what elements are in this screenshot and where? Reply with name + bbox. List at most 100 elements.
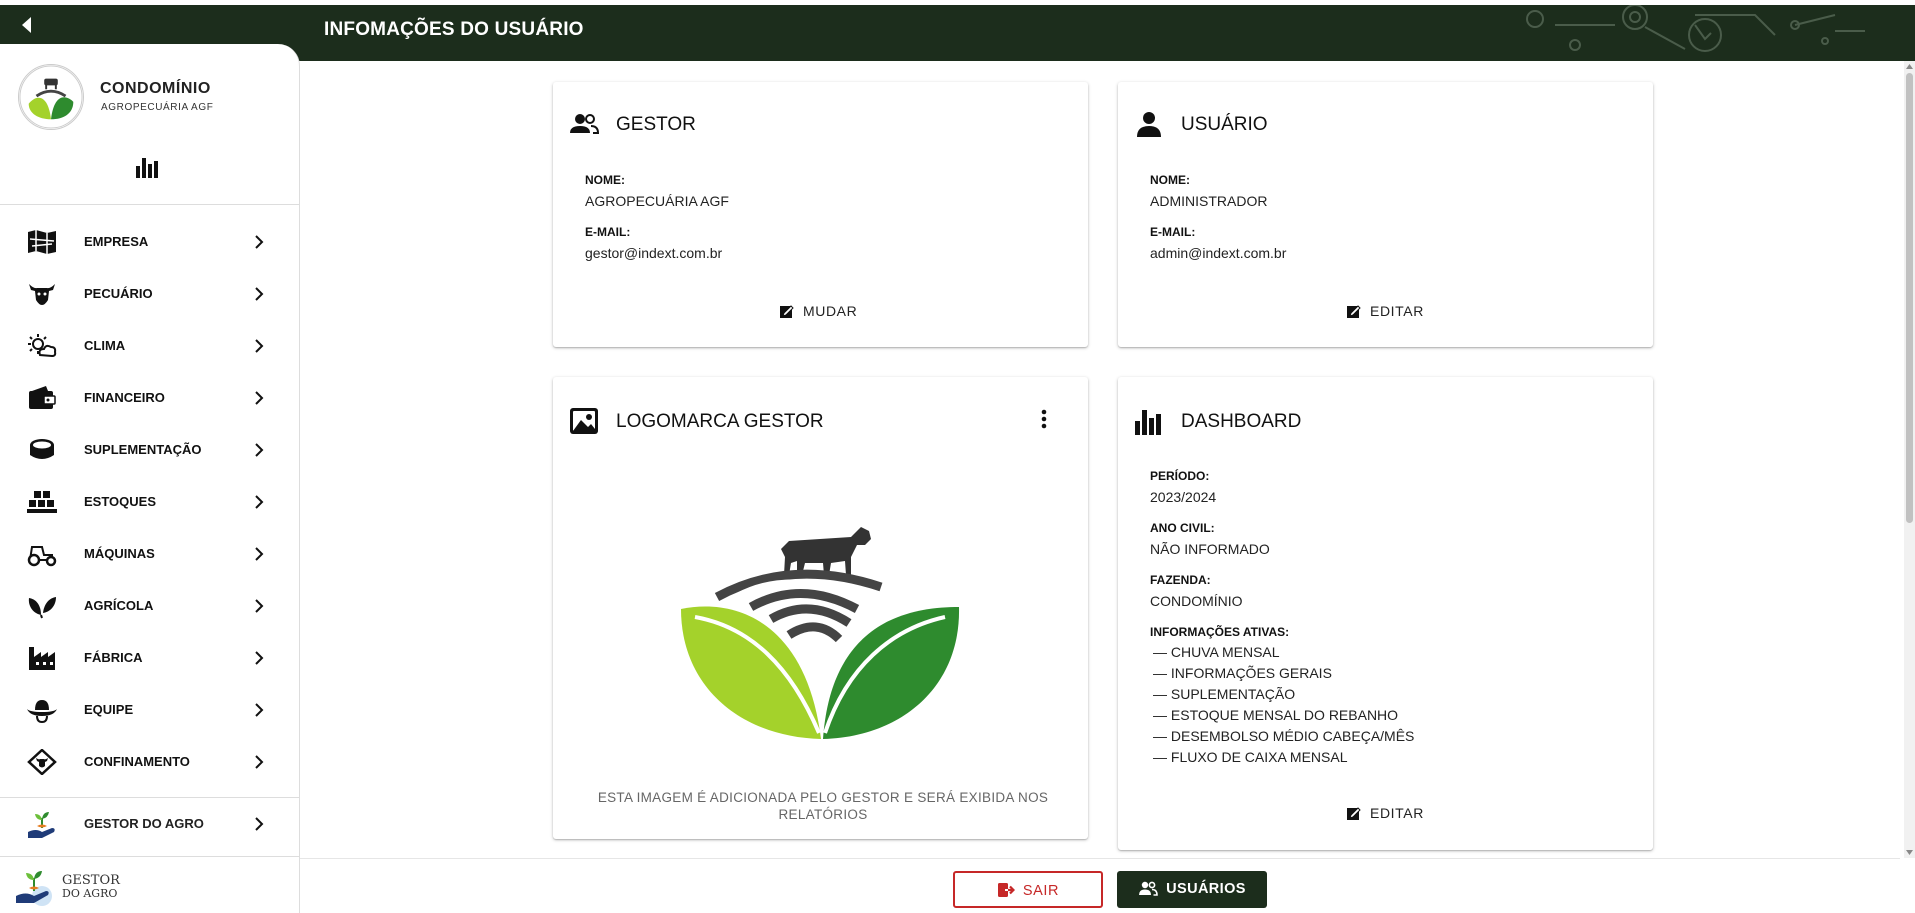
usuario-email: admin@indext.com.br xyxy=(1150,245,1287,261)
cow-icon xyxy=(29,284,55,305)
chevron-right-icon xyxy=(255,339,264,353)
chevron-right-icon xyxy=(255,599,264,613)
editar-dashboard-button[interactable]: EDITAR xyxy=(1347,805,1424,821)
card-title: LOGOMARCA GESTOR xyxy=(616,411,824,432)
logout-icon xyxy=(997,883,1015,897)
sidebar-item-estoques[interactable]: ESTOQUES xyxy=(0,476,300,528)
info-ativas-label: INFORMAÇÕES ATIVAS: xyxy=(1150,625,1290,639)
card-title: USUÁRIO xyxy=(1181,114,1268,135)
sidebar-item-financeiro[interactable]: FINANCEIRO xyxy=(0,372,300,424)
scroll-down-icon[interactable] xyxy=(1905,848,1914,856)
bar-chart-icon[interactable] xyxy=(134,154,160,180)
chevron-right-icon xyxy=(255,703,264,717)
factory-icon xyxy=(29,647,55,670)
chevron-right-icon xyxy=(255,651,264,665)
sidebar-item-label: FÁBRICA xyxy=(84,650,143,665)
info-item: — SUPLEMENTAÇÃO xyxy=(1153,686,1296,702)
feed-bag-icon xyxy=(30,439,54,459)
sidebar-item-label: CONFINAMENTO xyxy=(84,754,190,769)
sidebar-item-label: MÁQUINAS xyxy=(84,546,155,561)
email-label: E-MAIL: xyxy=(1150,225,1196,239)
sidebar-item-pecuario[interactable]: PECUÁRIO xyxy=(0,268,300,320)
back-arrow-icon[interactable] xyxy=(16,14,38,36)
name-label: NOME: xyxy=(1150,173,1190,187)
agro-decoration-icon xyxy=(1526,5,1865,52)
brand-name: CONDOMÍNIO xyxy=(100,80,211,97)
edit-icon xyxy=(780,305,794,318)
sidebar-item-equipe[interactable]: EQUIPE xyxy=(0,684,300,736)
sidebar-item-maquinas[interactable]: MÁQUINAS xyxy=(0,528,300,580)
sidebar-item-label: FINANCEIRO xyxy=(84,390,165,405)
email-label: E-MAIL: xyxy=(585,225,631,239)
users-icon xyxy=(570,114,599,134)
bottom-action-bar: SAIR USUÁRIOS xyxy=(300,858,1900,913)
gestor-logo-image xyxy=(681,527,960,739)
gestor-do-agro-logo: GESTOR DO AGRO xyxy=(14,864,124,908)
info-item: — CHUVA MENSAL xyxy=(1153,644,1280,660)
image-icon xyxy=(570,408,598,434)
sidebar-divider xyxy=(0,204,300,205)
mudar-button[interactable]: MUDAR xyxy=(780,303,857,319)
brand-logo xyxy=(18,64,84,130)
usuario-name: ADMINISTRADOR xyxy=(1150,193,1268,209)
gestor-card: GESTOR NOME: AGROPECUÁRIA AGF E-MAIL: ge… xyxy=(553,82,1088,347)
sidebar-item-fabrica[interactable]: FÁBRICA xyxy=(0,632,300,684)
card-title: DASHBOARD xyxy=(1181,411,1302,432)
card-title: GESTOR xyxy=(616,114,696,135)
info-item: — FLUXO DE CAIXA MENSAL xyxy=(1153,749,1348,765)
warehouse-icon xyxy=(27,491,57,513)
page-title: INFOMAÇÕES DO USUÁRIO xyxy=(324,19,584,40)
more-vert-icon[interactable] xyxy=(1032,407,1056,431)
logomarca-card: LOGOMARCA GESTOR ESTA IMAGEM É ADICIONAD… xyxy=(553,377,1088,839)
info-item: — ESTOQUE MENSAL DO REBANHO xyxy=(1153,707,1399,723)
scrollbar[interactable] xyxy=(1904,61,1915,858)
dashboard-card: DASHBOARD PERÍODO: 2023/2024 ANO CIVIL: … xyxy=(1118,377,1653,850)
gestor-email: gestor@indext.com.br xyxy=(585,245,723,261)
sidebar-item-gestor-do-agro[interactable]: GESTOR DO AGRO xyxy=(0,798,300,850)
hand-plant-icon xyxy=(28,812,55,838)
sidebar-item-suplementacao[interactable]: SUPLEMENTAÇÃO xyxy=(0,424,300,476)
info-item: — INFORMAÇÕES GERAIS xyxy=(1153,665,1332,681)
edit-icon xyxy=(1347,305,1361,318)
chevron-right-icon xyxy=(255,817,264,831)
usuarios-button[interactable]: USUÁRIOS xyxy=(1117,871,1267,908)
leaves-icon xyxy=(28,597,56,619)
name-label: NOME: xyxy=(585,173,625,187)
sidebar-item-label: EMPRESA xyxy=(84,234,149,249)
logo-caption: ESTA IMAGEM É ADICIONADA PELO GESTOR E S… xyxy=(597,790,1049,822)
sidebar: CONDOMÍNIO AGROPECUÁRIA AGF EMPRESA PECU… xyxy=(0,44,300,913)
sidebar-item-clima[interactable]: CLIMA xyxy=(0,320,300,372)
sidebar-item-label: AGRÍCOLA xyxy=(84,598,154,613)
sidebar-item-label: PECUÁRIO xyxy=(84,286,153,301)
main-content: GESTOR NOME: AGROPECUÁRIA AGF E-MAIL: ge… xyxy=(300,61,1900,858)
sidebar-item-label: SUPLEMENTAÇÃO xyxy=(84,442,202,457)
sidebar-item-agricola[interactable]: AGRÍCOLA xyxy=(0,580,300,632)
chevron-right-icon xyxy=(255,443,264,457)
sidebar-divider xyxy=(0,856,300,857)
confinement-icon xyxy=(27,749,57,775)
edit-icon xyxy=(1347,807,1361,820)
chevron-right-icon xyxy=(255,755,264,769)
brand: CONDOMÍNIO AGROPECUÁRIA AGF xyxy=(18,64,288,132)
chevron-right-icon xyxy=(255,547,264,561)
sidebar-item-confinamento[interactable]: CONFINAMENTO xyxy=(0,736,300,788)
map-icon xyxy=(28,230,56,254)
editar-usuario-button[interactable]: EDITAR xyxy=(1347,303,1424,319)
sidebar-menu: EMPRESA PECUÁRIO CLIMA FINANCEIRO SUPLEM… xyxy=(0,216,300,788)
brand-subtitle: AGROPECUÁRIA AGF xyxy=(101,102,214,113)
chevron-right-icon xyxy=(255,495,264,509)
user-icon xyxy=(1137,112,1161,137)
ano-civil-value: NÃO INFORMADO xyxy=(1150,541,1270,557)
ano-civil-label: ANO CIVIL: xyxy=(1150,521,1215,535)
sidebar-item-label: CLIMA xyxy=(84,338,126,353)
sair-button[interactable]: SAIR xyxy=(953,871,1103,908)
cowboy-hat-icon xyxy=(27,700,57,723)
periodo-label: PERÍODO: xyxy=(1150,469,1210,483)
scroll-thumb[interactable] xyxy=(1906,73,1913,523)
footer-logo-text: GESTOR DO AGRO xyxy=(62,873,120,900)
hand-plant-icon xyxy=(16,871,52,906)
scroll-up-icon[interactable] xyxy=(1905,63,1914,71)
sidebar-item-empresa[interactable]: EMPRESA xyxy=(0,216,300,268)
weather-icon xyxy=(28,334,57,358)
fazenda-label: FAZENDA: xyxy=(1150,573,1211,587)
